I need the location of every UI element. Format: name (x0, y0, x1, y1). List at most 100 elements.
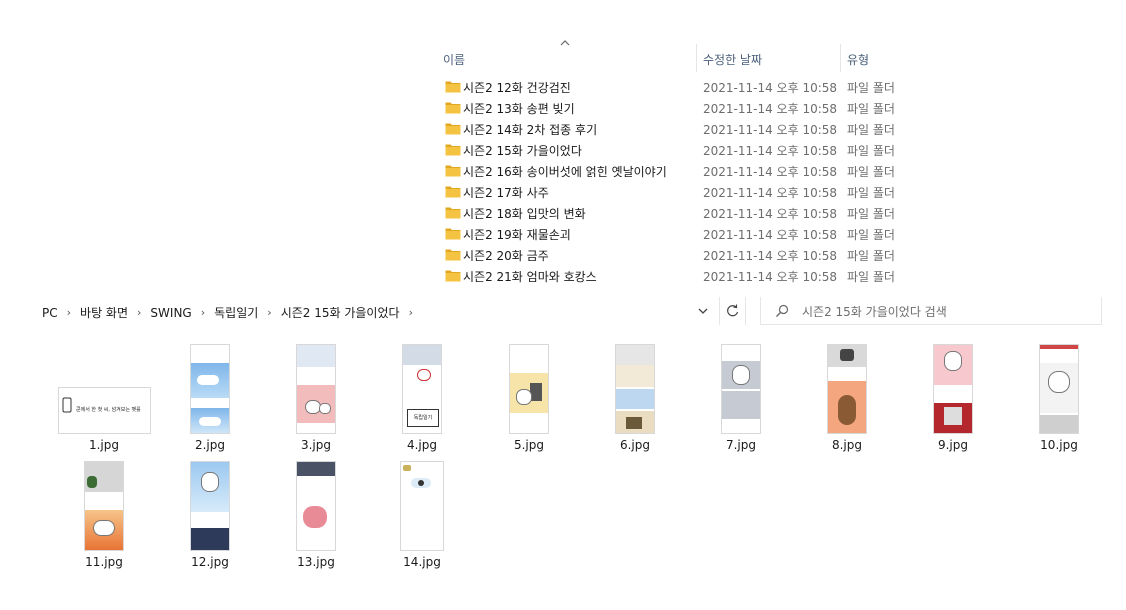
address-bar[interactable]: PC › 바탕 화면 › SWING › 독립일기 › 시즌2 15화 가을이었다 › (33, 297, 746, 325)
folder-row[interactable]: 시즌2 14화 2차 접종 후기 2021-11-14 오후 10:58 파일 폴더 (436, 118, 916, 139)
item-type: 파일 폴더 (847, 186, 895, 200)
file-item[interactable]: 9.jpg (901, 342, 1005, 454)
folder-icon (445, 123, 461, 135)
folder-icon (445, 81, 461, 93)
refresh-icon (727, 304, 739, 317)
file-name: 13.jpg (297, 555, 335, 569)
file-name: 2.jpg (194, 438, 226, 452)
folder-icon (445, 144, 461, 156)
folder-row[interactable]: 시즌2 18화 입맛의 변화 2021-11-14 오후 10:58 파일 폴더 (436, 202, 916, 223)
file-name: 9.jpg (937, 438, 969, 452)
item-type: 파일 폴더 (847, 123, 895, 137)
file-name: 10.jpg (1040, 438, 1078, 452)
file-name: 1.jpg (88, 438, 120, 452)
image-thumbnail (84, 461, 124, 551)
sort-ascending-icon[interactable] (560, 39, 570, 47)
image-thumbnail (190, 461, 230, 551)
column-header-name[interactable]: 이름 (443, 51, 465, 68)
image-thumbnail (933, 344, 973, 434)
list-header: 이름 수정한 날짜 유형 (436, 40, 916, 76)
refresh-button[interactable] (719, 297, 746, 325)
file-name: 7.jpg (725, 438, 757, 452)
file-name: 8.jpg (831, 438, 863, 452)
folder-icon (445, 270, 461, 282)
file-item[interactable]: 13.jpg (264, 459, 368, 571)
item-type: 파일 폴더 (847, 81, 895, 95)
modified-date: 2021-11-14 오후 10:58 (703, 249, 838, 263)
modified-date: 2021-11-14 오후 10:58 (703, 228, 838, 242)
file-name: 4.jpg (406, 438, 438, 452)
image-thumbnail (721, 344, 761, 434)
file-item[interactable]: 11.jpg (52, 459, 156, 571)
folder-row[interactable]: 시즌2 21화 엄마와 호캉스 2021-11-14 오후 10:58 파일 폴더 (436, 265, 916, 286)
breadcrumb-chevron-icon[interactable]: › (267, 306, 271, 319)
folder-icon (445, 186, 461, 198)
file-item[interactable]: 쿤에서 한 첫 씨, 넘겨보는 팻를 1.jpg (52, 342, 156, 454)
folder-row[interactable]: 시즌2 13화 송편 빚기 2021-11-14 오후 10:58 파일 폴더 (436, 97, 916, 118)
folder-row[interactable]: 시즌2 12화 건강검진 2021-11-14 오후 10:58 파일 폴더 (436, 76, 916, 97)
file-item[interactable]: 14.jpg (370, 459, 474, 571)
folder-name: 시즌2 12화 건강검진 (463, 81, 571, 95)
breadcrumb-item[interactable]: 바탕 화면 (80, 304, 128, 321)
folder-name: 시즌2 20화 금주 (463, 249, 549, 263)
breadcrumb: PC › 바탕 화면 › SWING › 독립일기 › 시즌2 15화 가을이었다 › (42, 304, 422, 321)
folder-icon (445, 165, 461, 177)
modified-date: 2021-11-14 오후 10:58 (703, 207, 838, 221)
column-header-type[interactable]: 유형 (847, 51, 869, 68)
folder-name: 시즌2 21화 엄마와 호캉스 (463, 270, 597, 284)
file-name: 5.jpg (513, 438, 545, 452)
image-thumbnail (1039, 344, 1079, 434)
folder-name: 시즌2 13화 송편 빚기 (463, 102, 575, 116)
search-box[interactable]: 시즌2 15화 가을이었다 검색 (760, 297, 1102, 325)
column-divider[interactable] (696, 44, 697, 72)
item-type: 파일 폴더 (847, 144, 895, 158)
image-thumbnail (827, 344, 867, 434)
breadcrumb-chevron-icon[interactable]: › (137, 306, 141, 319)
item-type: 파일 폴더 (847, 249, 895, 263)
column-header-date[interactable]: 수정한 날짜 (703, 51, 762, 68)
file-name: 12.jpg (191, 555, 229, 569)
item-type: 파일 폴더 (847, 207, 895, 221)
file-item[interactable]: 8.jpg (795, 342, 899, 454)
breadcrumb-chevron-icon[interactable]: › (409, 306, 413, 319)
image-thumbnail: 쿤에서 한 첫 씨, 넘겨보는 팻를 (58, 387, 151, 434)
file-item[interactable]: 7.jpg (689, 342, 793, 454)
file-item[interactable]: 5.jpg (477, 342, 581, 454)
modified-date: 2021-11-14 오후 10:58 (703, 81, 838, 95)
search-input[interactable]: 시즌2 15화 가을이었다 검색 (802, 303, 947, 320)
breadcrumb-chevron-icon[interactable]: › (201, 306, 205, 319)
item-type: 파일 폴더 (847, 102, 895, 116)
folder-row[interactable]: 시즌2 20화 금주 2021-11-14 오후 10:58 파일 폴더 (436, 244, 916, 265)
breadcrumb-item[interactable]: 시즌2 15화 가을이었다 (281, 304, 400, 321)
thumbnail-caption: 쿤에서 한 첫 씨, 넘겨보는 팻를 (76, 406, 141, 413)
file-item[interactable]: 3.jpg (264, 342, 368, 454)
file-item[interactable]: 10.jpg (1007, 342, 1111, 454)
search-icon (776, 304, 789, 317)
breadcrumb-item[interactable]: 독립일기 (214, 304, 258, 321)
file-item[interactable]: 12.jpg (158, 459, 262, 571)
folder-row[interactable]: 시즌2 17화 사주 2021-11-14 오후 10:58 파일 폴더 (436, 181, 916, 202)
folder-list: 이름 수정한 날짜 유형 시즌2 12화 건강검진 2021-11-14 오후 1… (436, 40, 916, 286)
breadcrumb-item[interactable]: SWING (150, 306, 191, 320)
folder-row[interactable]: 시즌2 19화 재물손괴 2021-11-14 오후 10:58 파일 폴더 (436, 223, 916, 244)
breadcrumb-item[interactable]: PC (42, 306, 58, 320)
image-thumbnail (400, 461, 444, 551)
folder-name: 시즌2 17화 사주 (463, 186, 549, 200)
folder-icon (445, 249, 461, 261)
column-divider[interactable] (840, 44, 841, 72)
folder-row[interactable]: 시즌2 15화 가을이었다 2021-11-14 오후 10:58 파일 폴더 (436, 139, 916, 160)
folder-row[interactable]: 시즌2 16화 송이버섯에 얽힌 옛날이야기 2021-11-14 오후 10:5… (436, 160, 916, 181)
folder-name: 시즌2 18화 입맛의 변화 (463, 207, 586, 221)
file-item[interactable]: 6.jpg (583, 342, 687, 454)
image-thumbnail (615, 344, 655, 434)
file-item[interactable]: 2.jpg (158, 342, 262, 454)
modified-date: 2021-11-14 오후 10:58 (703, 144, 838, 158)
modified-date: 2021-11-14 오후 10:58 (703, 165, 838, 179)
image-thumbnail (190, 344, 230, 434)
folder-icon (445, 228, 461, 240)
address-history-dropdown-icon[interactable] (693, 302, 713, 320)
thumbnail-title: 독립일기 (407, 409, 439, 427)
file-item[interactable]: 독립일기 4.jpg (370, 342, 474, 454)
file-name: 14.jpg (403, 555, 441, 569)
breadcrumb-chevron-icon[interactable]: › (67, 306, 71, 319)
